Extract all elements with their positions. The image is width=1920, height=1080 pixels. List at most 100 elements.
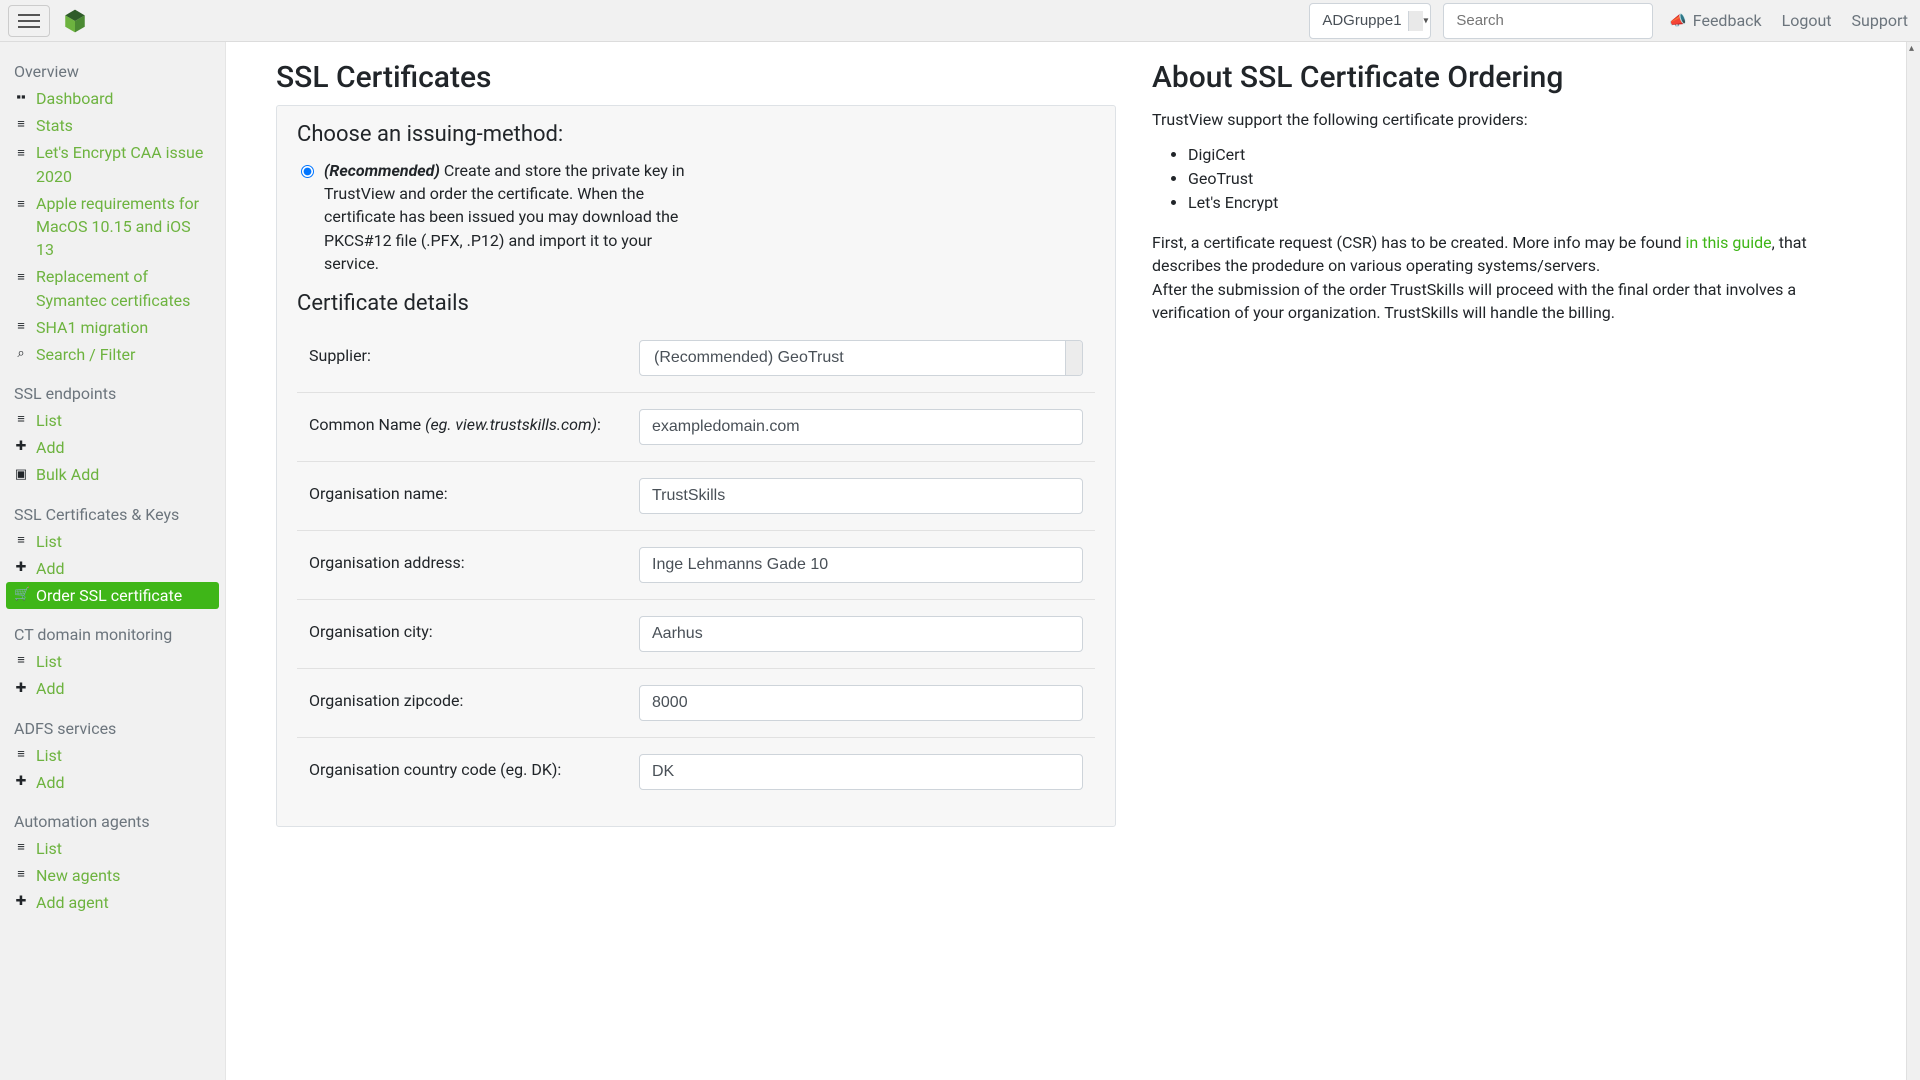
sidebar-item-label: Add — [36, 677, 64, 700]
sidebar-item-dashboard[interactable]: ▪▪ Dashboard — [6, 85, 219, 112]
logout-link[interactable]: Logout — [1778, 11, 1836, 30]
search-input[interactable] — [1443, 3, 1653, 39]
sidebar-item-label: Search / Filter — [36, 343, 135, 366]
list-icon: ≡ — [14, 116, 28, 135]
sidebar-item-sha1-migration[interactable]: ≡SHA1 migration — [6, 314, 219, 341]
list-icon: ≡ — [14, 196, 28, 215]
sidebar-item-search-filter[interactable]: ⌕ Search / Filter — [6, 341, 219, 368]
bullhorn-icon: 📣 — [1669, 13, 1686, 29]
dashboard-icon: ▪▪ — [14, 89, 28, 108]
sidebar-item-label: Add — [36, 771, 64, 794]
sidebar-item-label: List — [36, 409, 62, 432]
plus-icon: ✚ — [14, 559, 28, 578]
org-zip-input[interactable] — [639, 685, 1083, 721]
provider-list: DigiCertGeoTrustLet's Encrypt — [1152, 143, 1878, 215]
scroll-up-icon: ▴ — [1909, 43, 1914, 54]
label-org-address: Organisation address: — [309, 547, 639, 572]
sidebar-item-endpoints-list[interactable]: ≡List — [6, 407, 219, 434]
issuing-method-heading: Choose an issuing-method: — [297, 122, 1095, 147]
about-p3: After the submission of the order TrustS… — [1152, 280, 1796, 322]
feedback-label: Feedback — [1693, 11, 1762, 30]
label-org-cc: Organisation country code (eg. DK): — [309, 754, 639, 779]
search-icon: ⌕ — [14, 345, 28, 364]
order-form-card: Choose an issuing-method: (Recommended) … — [276, 105, 1116, 827]
common-name-input[interactable] — [639, 409, 1083, 445]
label-supplier: Supplier: — [309, 340, 639, 365]
label-common-name: Common Name (eg. view.trustskills.com): — [309, 409, 639, 434]
list-icon: ≡ — [14, 269, 28, 288]
plus-icon: ✚ — [14, 438, 28, 457]
plus-icon: ✚ — [14, 680, 28, 699]
sidebar-section-title: Automation agents — [0, 812, 225, 835]
feedback-link[interactable]: 📣 Feedback — [1665, 11, 1765, 30]
sidebar-item-certificates-list[interactable]: ≡List — [6, 528, 219, 555]
guide-link[interactable]: in this guide — [1686, 233, 1772, 252]
issuing-method-radio[interactable] — [301, 165, 314, 178]
sidebar-item-order-ssl-certificate[interactable]: 🛒 Order SSL certificate — [6, 582, 219, 609]
sidebar-item-endpoints-add[interactable]: ✚ Add — [6, 434, 219, 461]
sidebar-item-label: SHA1 migration — [36, 316, 148, 339]
about-aside: About SSL Certificate Ordering TrustView… — [1144, 60, 1878, 1040]
recommended-badge: (Recommended) — [324, 161, 440, 180]
chevron-down-icon: ▾ — [1074, 352, 1079, 363]
list-icon: ≡ — [14, 532, 28, 551]
sidebar-section-title: Overview — [0, 62, 225, 85]
sidebar-item-agents-new[interactable]: ≡ New agents — [6, 862, 219, 889]
sidebar-item-certificates-add[interactable]: ✚ Add — [6, 555, 219, 582]
menu-toggle-button[interactable] — [8, 5, 50, 37]
support-link[interactable]: Support — [1848, 11, 1912, 30]
group-select[interactable]: ADGruppe1 — [1309, 3, 1431, 39]
sidebar-item-label: Let's Encrypt CAA issue 2020 — [36, 141, 211, 187]
org-cc-input[interactable] — [639, 754, 1083, 790]
label-org-city: Organisation city: — [309, 616, 639, 641]
org-city-input[interactable] — [639, 616, 1083, 652]
bulk-icon: ▣ — [14, 466, 28, 485]
main-area: SSL Certificates Choose an issuing-metho… — [226, 42, 1906, 1080]
row-supplier: Supplier: (Recommended) GeoTrust ▾ — [297, 324, 1095, 393]
sidebar-item-adfs-list[interactable]: ≡List — [6, 742, 219, 769]
list-icon: ≡ — [14, 652, 28, 671]
sidebar-section-title: SSL endpoints — [0, 384, 225, 407]
sidebar-item-label: List — [36, 837, 62, 860]
supplier-select[interactable]: (Recommended) GeoTrust — [639, 340, 1083, 376]
sidebar-item-label: Dashboard — [36, 87, 113, 110]
sidebar: Overview ▪▪ Dashboard ≡ Stats ≡ Let's Encrypt … — [0, 42, 226, 1080]
sidebar-item-label: Add — [36, 557, 64, 580]
sidebar-item-agents-add[interactable]: ✚Add agent — [6, 889, 219, 916]
sidebar-item-label: New agents — [36, 864, 120, 887]
sidebar-item-endpoints-bulk-add[interactable]: ▣Bulk Add — [6, 461, 219, 488]
sidebar-item-ct-add[interactable]: ✚ Add — [6, 675, 219, 702]
cart-icon: 🛒 — [14, 586, 28, 605]
org-name-input[interactable] — [639, 478, 1083, 514]
sidebar-section-title: ADFS services — [0, 719, 225, 742]
issuing-method-recommended[interactable]: (Recommended) Create and store the priva… — [297, 159, 1095, 275]
plus-icon: ✚ — [14, 773, 28, 792]
sidebar-item-agents-list[interactable]: ≡List — [6, 835, 219, 862]
sidebar-item-label: Stats — [36, 114, 73, 137]
sidebar-item-ct-list[interactable]: ≡ List — [6, 648, 219, 675]
sidebar-item-label: Add agent — [36, 891, 109, 914]
provider-item: GeoTrust — [1188, 167, 1878, 191]
sidebar-item-label: Order SSL certificate — [36, 584, 182, 607]
sidebar-item-lets-encrypt-caa[interactable]: ≡ Let's Encrypt CAA issue 2020 — [6, 139, 219, 189]
app-logo[interactable] — [62, 8, 88, 34]
sidebar-item-symantec-replacement[interactable]: ≡Replacement of Symantec certificates — [6, 263, 219, 313]
sidebar-item-adfs-add[interactable]: ✚ Add — [6, 769, 219, 796]
label-org-name: Organisation name: — [309, 478, 639, 503]
list-icon: ≡ — [14, 145, 28, 164]
about-p2: First, a certificate request (CSR) has t… — [1152, 231, 1878, 324]
sidebar-item-stats[interactable]: ≡ Stats — [6, 112, 219, 139]
row-common-name: Common Name (eg. view.trustskills.com): — [297, 393, 1095, 462]
issuing-method-text: (Recommended) Create and store the priva… — [324, 159, 694, 275]
sidebar-item-label: Add — [36, 436, 64, 459]
support-label: Support — [1852, 11, 1908, 30]
top-navbar: ADGruppe1 ▾ 📣 Feedback Logout Support — [0, 0, 1920, 42]
sidebar-section-title: SSL Certificates & Keys — [0, 505, 225, 528]
sidebar-item-label: List — [36, 650, 62, 673]
cube-icon — [62, 8, 88, 34]
page-scrollbar[interactable]: ▴ — [1906, 42, 1920, 1080]
org-address-input[interactable] — [639, 547, 1083, 583]
list-icon: ≡ — [14, 866, 28, 885]
sidebar-item-apple-requirements[interactable]: ≡Apple requirements for MacOS 10.15 and … — [6, 190, 219, 264]
list-icon: ≡ — [14, 746, 28, 765]
